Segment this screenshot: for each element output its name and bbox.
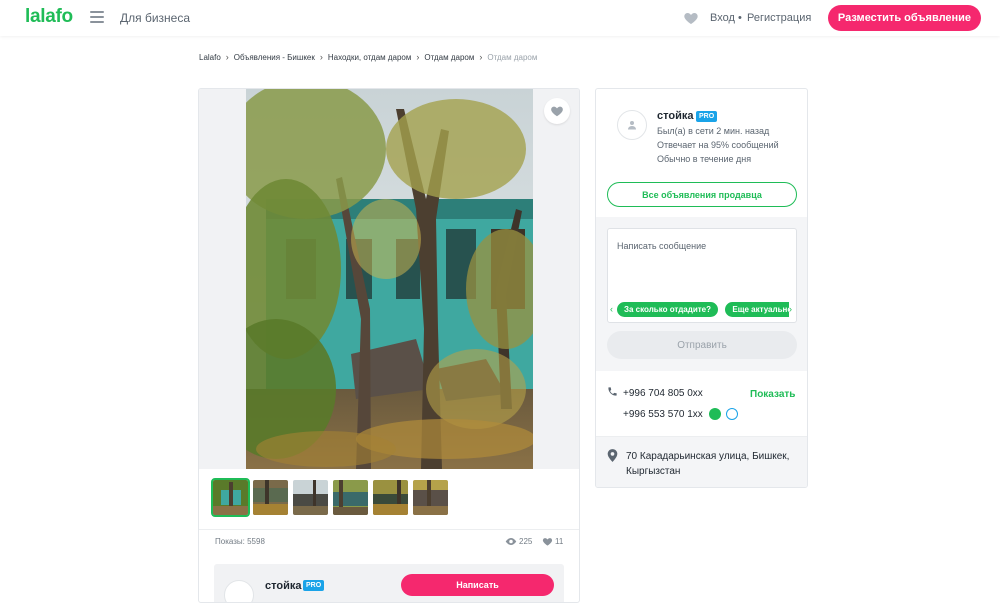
message-placeholder: Написать сообщение xyxy=(617,241,707,251)
thumbnail-1[interactable] xyxy=(211,478,250,517)
contacts-block: +996 704 805 0xx Показать +996 553 570 1… xyxy=(596,371,807,436)
message-input[interactable]: Написать сообщение ‹ За сколько отдадите… xyxy=(607,228,797,323)
quick-reply-chip[interactable]: За сколько отдадите? xyxy=(617,302,719,317)
thumbnail-5[interactable] xyxy=(373,480,408,515)
breadcrumb-separator: › xyxy=(479,52,483,62)
avatar[interactable] xyxy=(224,580,254,602)
all-seller-ads-button[interactable]: Все объявления продавца xyxy=(607,182,797,207)
main-photo-area[interactable] xyxy=(199,89,579,469)
telegram-icon[interactable] xyxy=(726,408,738,420)
breadcrumb-separator: › xyxy=(319,52,323,62)
seller-name[interactable]: стойка xyxy=(265,580,301,592)
chevron-left-icon[interactable]: ‹ xyxy=(610,304,613,314)
phone-number-1: +996 704 805 0xx xyxy=(623,388,703,399)
chevron-right-icon[interactable]: › xyxy=(789,304,792,314)
location-pin-icon xyxy=(607,449,618,462)
ad-gallery-card: Показы: 5598 225 11 стойка PRO Написать xyxy=(198,88,580,603)
lalafo-logo[interactable]: lalafo xyxy=(25,6,73,28)
phone-number-2: +996 553 570 1xx xyxy=(623,409,703,420)
seller-name[interactable]: стойка xyxy=(657,110,693,122)
seller-info: стойка PRO Был(а) в сети 2 мин. назад От… xyxy=(596,89,807,217)
add-to-favorites-button[interactable] xyxy=(544,98,570,124)
response-time: Обычно в течение дня xyxy=(657,154,752,164)
phone-icon xyxy=(608,387,617,396)
main-photo[interactable] xyxy=(246,89,533,469)
message-block: Написать сообщение ‹ За сколько отдадите… xyxy=(596,217,807,371)
last-seen: Был(а) в сети 2 мин. назад xyxy=(657,126,770,136)
thumbnail-4[interactable] xyxy=(333,480,368,515)
location-block: 70 Карадарьинская улица, Бишкек, Кыргызс… xyxy=(596,436,807,487)
send-button[interactable]: Отправить xyxy=(607,331,797,359)
breadcrumb-item-ads-bishkek[interactable]: Объявления - Бишкек xyxy=(234,53,315,62)
eye-icon xyxy=(505,538,517,545)
auth-separator: • xyxy=(738,12,742,24)
avatar[interactable] xyxy=(617,110,647,140)
quick-replies: За сколько отдадите? Еще актуально? xyxy=(617,301,789,318)
thumbnail-strip xyxy=(211,478,453,517)
breadcrumb-current: Отдам даром xyxy=(487,52,538,62)
write-message-button[interactable]: Написать xyxy=(401,574,554,596)
breadcrumb-item-findings[interactable]: Находки, отдам даром xyxy=(328,53,412,62)
favorites-count: 11 xyxy=(555,537,564,546)
business-link[interactable]: Для бизнеса xyxy=(120,11,190,25)
breadcrumb: Lalafo › Объявления - Бишкек › Находки, … xyxy=(199,52,537,62)
thumbnail-6[interactable] xyxy=(413,480,448,515)
divider xyxy=(199,529,579,530)
thumbnail-3[interactable] xyxy=(293,480,328,515)
quick-reply-chip[interactable]: Еще актуально? xyxy=(725,302,789,317)
user-icon xyxy=(628,121,636,130)
top-header: lalafo Для бизнеса Вход • Регистрация Ра… xyxy=(0,0,1000,36)
seller-panel: стойка PRO Был(а) в сети 2 мин. назад От… xyxy=(595,88,808,488)
heart-icon xyxy=(542,538,553,546)
post-ad-button[interactable]: Разместить объявление xyxy=(828,5,981,31)
login-link[interactable]: Вход xyxy=(710,12,735,24)
breadcrumb-item-give-away[interactable]: Отдам даром xyxy=(424,53,474,62)
register-link[interactable]: Регистрация xyxy=(747,12,811,24)
hamburger-menu-icon[interactable] xyxy=(90,11,104,23)
pro-badge: PRO xyxy=(696,111,718,122)
seller-strip: стойка PRO Написать xyxy=(214,564,564,602)
whatsapp-icon[interactable] xyxy=(709,408,721,420)
thumbnail-2[interactable] xyxy=(253,480,288,515)
favorites-heart-icon[interactable] xyxy=(683,10,699,26)
breadcrumb-separator: › xyxy=(225,52,229,62)
views-count: 225 xyxy=(519,537,533,546)
response-rate: Отвечает на 95% сообщений xyxy=(657,140,779,150)
pro-badge: PRO xyxy=(303,580,325,591)
address-text[interactable]: 70 Карадарьинская улица, Бишкек, Кыргызс… xyxy=(626,449,801,479)
breadcrumb-separator: › xyxy=(416,52,420,62)
breadcrumb-item-lalafo[interactable]: Lalafo xyxy=(199,53,221,62)
heart-icon xyxy=(551,106,563,117)
show-phone-link[interactable]: Показать xyxy=(750,389,795,400)
impressions-count: Показы: 5598 xyxy=(215,537,265,546)
